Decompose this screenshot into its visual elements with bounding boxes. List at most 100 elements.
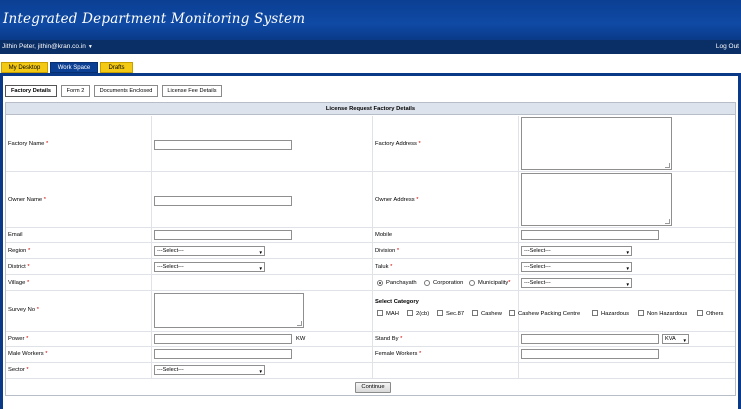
- grid-line: [372, 116, 373, 378]
- app-header: Integrated Department Monitoring System: [0, 0, 741, 40]
- checkbox-others-label: Others: [706, 311, 724, 317]
- label-text: Region: [8, 248, 27, 254]
- tab-drafts[interactable]: Drafts: [100, 62, 133, 73]
- grid-line: [6, 362, 735, 363]
- required-mark: *: [390, 264, 393, 270]
- resize-grip-icon[interactable]: [665, 163, 670, 168]
- checkbox-sec87-label: Sec.87: [446, 311, 465, 317]
- district-select[interactable]: ---Select--- ▼: [154, 262, 265, 272]
- tab-documents-enclosed[interactable]: Documents Enclosed: [94, 85, 158, 97]
- required-mark: *: [508, 280, 511, 286]
- select-value: ---Select---: [524, 280, 551, 286]
- tab-license-fee-details[interactable]: License Fee Details: [162, 85, 222, 97]
- tab-my-desktop[interactable]: My Desktop: [1, 62, 48, 73]
- mobile-label: Mobile: [375, 232, 393, 238]
- female-workers-label: Female Workers *: [375, 351, 421, 357]
- tab-factory-details[interactable]: Factory Details: [5, 85, 57, 97]
- required-mark: *: [46, 141, 49, 147]
- label-text: Owner Address: [375, 197, 415, 203]
- stand-by-unit-select[interactable]: KVA ▼: [662, 334, 689, 344]
- radio-panchayath[interactable]: [377, 280, 383, 286]
- required-mark: *: [418, 141, 421, 147]
- required-mark: *: [26, 367, 29, 373]
- owner-name-input[interactable]: [154, 196, 292, 206]
- factory-name-label: Factory Name *: [8, 141, 48, 147]
- region-select[interactable]: ---Select--- ▼: [154, 246, 265, 256]
- grid-line: [6, 274, 735, 275]
- female-workers-input[interactable]: [521, 349, 659, 359]
- content-area: Factory Details Form 2 Documents Enclose…: [3, 76, 738, 409]
- required-mark: *: [28, 248, 31, 254]
- checkbox-cashew[interactable]: [472, 310, 478, 316]
- grid-line: [151, 116, 152, 378]
- radio-corporation[interactable]: [424, 280, 430, 286]
- checkbox-non-hazardous[interactable]: [638, 310, 644, 316]
- sector-select[interactable]: ---Select--- ▼: [154, 365, 265, 375]
- select-value: ---Select---: [157, 264, 184, 270]
- chevron-down-icon: ▼: [258, 266, 263, 271]
- chevron-down-icon: ▼: [625, 266, 630, 271]
- main-tabs: My Desktop Work Space Drafts: [0, 62, 741, 73]
- label-text: Female Workers: [375, 351, 418, 357]
- required-mark: *: [45, 351, 48, 357]
- checkbox-others[interactable]: [697, 310, 703, 316]
- user-name: Jithin Peter, jithin@kran.co.in: [2, 43, 86, 50]
- resize-grip-icon[interactable]: [665, 219, 670, 224]
- required-mark: *: [416, 197, 419, 203]
- radio-municipality-label: Municipality*: [478, 280, 511, 286]
- label-text: Stand By: [375, 336, 399, 342]
- required-mark: *: [396, 248, 400, 254]
- local-body-select[interactable]: ---Select--- ▼: [521, 278, 632, 288]
- label-text: Owner Name: [8, 197, 43, 203]
- user-bar: Jithin Peter, jithin@kran.co.in ▼ Log Out: [0, 40, 741, 54]
- select-category-label: Select Category: [375, 299, 419, 305]
- content-frame: Factory Details Form 2 Documents Enclose…: [0, 73, 741, 409]
- checkbox-sec87[interactable]: [437, 310, 443, 316]
- male-workers-input[interactable]: [154, 349, 292, 359]
- grid-line: [518, 116, 519, 378]
- resize-grip-icon[interactable]: [297, 321, 302, 326]
- power-input[interactable]: [154, 334, 292, 344]
- label-text: Factory Address: [375, 141, 417, 147]
- checkbox-2cb[interactable]: [407, 310, 413, 316]
- mobile-input[interactable]: [521, 230, 659, 240]
- radio-panchayath-label: Panchayath: [386, 280, 417, 286]
- select-value: ---Select---: [524, 264, 551, 270]
- owner-address-label: Owner Address *: [375, 197, 419, 203]
- grid-line: [6, 378, 735, 379]
- tab-form-2[interactable]: Form 2: [61, 85, 90, 97]
- survey-no-textarea[interactable]: [154, 293, 304, 328]
- label-text: Taluk: [375, 264, 389, 270]
- label-text: Power: [8, 336, 25, 342]
- checkbox-mah[interactable]: [377, 310, 383, 316]
- logout-link[interactable]: Log Out: [716, 43, 739, 50]
- checkbox-cashew-packing-centre[interactable]: [509, 310, 515, 316]
- checkbox-hazardous[interactable]: [592, 310, 598, 316]
- taluk-select[interactable]: ---Select--- ▼: [521, 262, 632, 272]
- factory-address-textarea[interactable]: [521, 117, 672, 170]
- app-title: Integrated Department Monitoring System: [3, 11, 306, 27]
- taluk-label: Taluk *: [375, 264, 392, 270]
- district-label: District *: [8, 264, 30, 270]
- select-value: ---Select---: [157, 367, 184, 373]
- tab-work-space[interactable]: Work Space: [50, 62, 98, 73]
- chevron-down-icon: ▼: [258, 250, 263, 255]
- owner-address-textarea[interactable]: [521, 173, 672, 226]
- grid-line: [6, 346, 735, 347]
- owner-name-label: Owner Name *: [8, 197, 46, 203]
- required-mark: *: [36, 307, 39, 313]
- grid-line: [6, 242, 735, 243]
- label-text: Municipality: [478, 280, 509, 286]
- required-mark: *: [26, 280, 30, 286]
- label-text: Village: [8, 280, 26, 286]
- radio-municipality[interactable]: [469, 280, 475, 286]
- user-menu[interactable]: Jithin Peter, jithin@kran.co.in ▼: [2, 43, 93, 50]
- division-select[interactable]: ---Select--- ▼: [521, 246, 632, 256]
- checkbox-non-hazardous-label: Non Hazardous: [647, 311, 688, 317]
- checkbox-cashew-label: Cashew: [481, 311, 502, 317]
- factory-name-input[interactable]: [154, 140, 292, 150]
- email-input[interactable]: [154, 230, 292, 240]
- stand-by-input[interactable]: [521, 334, 659, 344]
- continue-button[interactable]: Continue: [355, 382, 391, 393]
- male-workers-label: Male Workers *: [8, 351, 48, 357]
